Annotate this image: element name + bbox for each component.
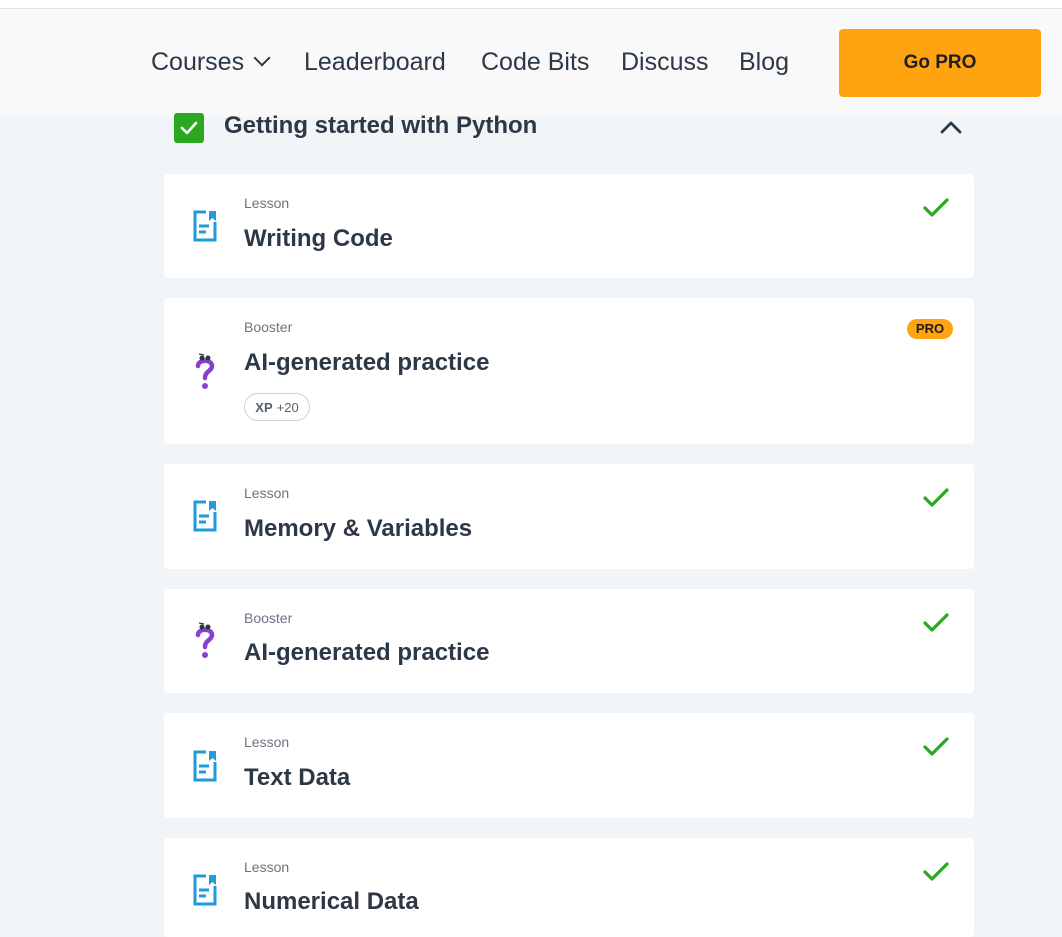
completed-check-icon [923,737,949,756]
list-item-text-data[interactable]: Lesson Text Data [164,713,974,818]
item-title: AI-generated practice [244,639,490,666]
nav-code-bits[interactable]: Code Bits [481,47,589,77]
document-icon [193,874,217,906]
item-type-label: Lesson [244,859,290,875]
chevron-up-icon [940,121,962,134]
item-type-label: Lesson [244,734,290,750]
completed-check-icon [923,613,949,632]
top-border [0,0,1062,9]
nav-courses[interactable]: Courses [151,47,271,77]
list-item-numerical-data[interactable]: Lesson Numerical Data [164,838,974,937]
completed-check-icon [923,488,949,507]
document-icon [193,500,217,532]
completed-check-icon [923,862,949,881]
item-type-label: Booster [244,610,293,626]
item-title: Writing Code [244,225,393,252]
question-mark-icon [195,353,215,389]
list-item-writing-code[interactable]: Lesson Writing Code [164,174,974,278]
list-item-ai-practice[interactable]: Booster AI-generated practice [164,589,974,693]
pro-badge: PRO [907,319,953,339]
check-icon [180,121,198,135]
nav-leaderboard[interactable]: Leaderboard [304,47,446,77]
xp-label: XP [255,400,273,415]
item-title: Memory & Variables [244,515,473,542]
list-item-memory-variables[interactable]: Lesson Memory & Variables [164,464,974,569]
item-type-label: Lesson [244,195,290,211]
nav-blog[interactable]: Blog [739,47,789,77]
xp-reward-badge: XP +20 [244,393,310,421]
section-completed-checkbox [174,113,204,143]
item-title: Text Data [244,764,351,791]
collapse-button[interactable] [935,112,967,142]
question-mark-icon [195,622,215,658]
chevron-down-icon [253,49,271,67]
item-title: AI-generated practice [244,349,490,376]
item-title: Numerical Data [244,888,419,915]
nav-discuss[interactable]: Discuss [621,47,709,77]
xp-value: +20 [276,400,299,415]
document-icon [193,210,217,242]
section-title: Getting started with Python [224,112,538,139]
section-header[interactable]: Getting started with Python [173,110,973,144]
list-item-ai-practice-pro[interactable]: Booster AI-generated practice PRO XP +20 [164,298,974,444]
nav-courses-label: Courses [151,48,245,76]
item-type-label: Booster [244,319,293,335]
go-pro-button[interactable]: Go PRO [839,29,1041,97]
top-navbar: Courses Leaderboard Code Bits Discuss Bl… [0,9,1062,117]
document-icon [193,750,217,782]
completed-check-icon [923,198,949,217]
item-type-label: Lesson [244,485,290,501]
